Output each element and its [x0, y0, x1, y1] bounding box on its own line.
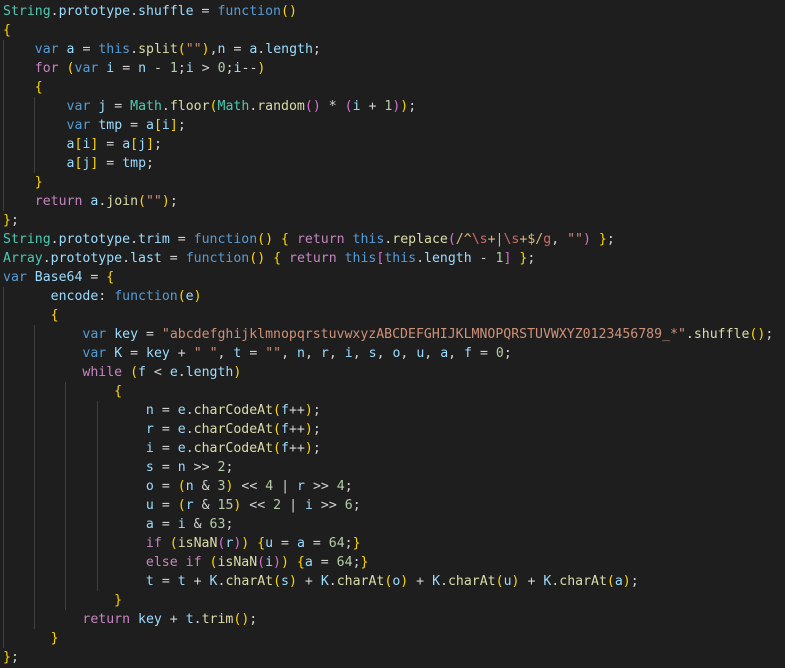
code-line[interactable]: t = t + K.charAt(s) + K.charAt(o) + K.ch…: [3, 572, 785, 591]
code-line[interactable]: s = n >> 2;: [3, 458, 785, 477]
code-line[interactable]: var Base64 = {: [3, 268, 785, 287]
code-line[interactable]: u = (r & 15) << 2 | i >> 6;: [3, 496, 785, 515]
code-line[interactable]: var K = key + " ", t = "", n, r, i, s, o…: [3, 344, 785, 363]
code-line[interactable]: var key = "abcdefghijklmnopqrstuvwxyzABC…: [3, 325, 785, 344]
code-line[interactable]: {: [3, 306, 785, 325]
code-line[interactable]: else if (isNaN(i)) {a = 64;}: [3, 553, 785, 572]
code-line[interactable]: String.prototype.trim = function() { ret…: [3, 230, 785, 249]
code-line[interactable]: return a.join("");: [3, 192, 785, 211]
code-line[interactable]: i = e.charCodeAt(f++);: [3, 439, 785, 458]
code-line[interactable]: };: [3, 211, 785, 230]
code-line[interactable]: encode: function(e): [3, 287, 785, 306]
code-line[interactable]: {: [3, 382, 785, 401]
code-line[interactable]: o = (n & 3) << 4 | r >> 4;: [3, 477, 785, 496]
code-content[interactable]: String.prototype.shuffle = function(){ v…: [0, 0, 785, 667]
code-line[interactable]: }: [3, 591, 785, 610]
code-line[interactable]: a[j] = tmp;: [3, 154, 785, 173]
code-line[interactable]: }: [3, 173, 785, 192]
code-line[interactable]: var a = this.split(""),n = a.length;: [3, 40, 785, 59]
code-line[interactable]: {: [3, 78, 785, 97]
code-line[interactable]: Array.prototype.last = function() { retu…: [3, 249, 785, 268]
code-line[interactable]: {: [3, 21, 785, 40]
code-editor-surface[interactable]: String.prototype.shuffle = function(){ v…: [0, 0, 785, 668]
code-line[interactable]: }: [3, 629, 785, 648]
code-line[interactable]: };: [3, 648, 785, 667]
code-line[interactable]: if (isNaN(r)) {u = a = 64;}: [3, 534, 785, 553]
code-line[interactable]: a[i] = a[j];: [3, 135, 785, 154]
code-line[interactable]: r = e.charCodeAt(f++);: [3, 420, 785, 439]
code-line[interactable]: for (var i = n - 1;i > 0;i--): [3, 59, 785, 78]
code-line[interactable]: var j = Math.floor(Math.random() * (i + …: [3, 97, 785, 116]
code-line[interactable]: return key + t.trim();: [3, 610, 785, 629]
code-line[interactable]: String.prototype.shuffle = function(): [3, 2, 785, 21]
code-line[interactable]: while (f < e.length): [3, 363, 785, 382]
code-line[interactable]: var tmp = a[i];: [3, 116, 785, 135]
code-line[interactable]: n = e.charCodeAt(f++);: [3, 401, 785, 420]
code-line[interactable]: a = i & 63;: [3, 515, 785, 534]
